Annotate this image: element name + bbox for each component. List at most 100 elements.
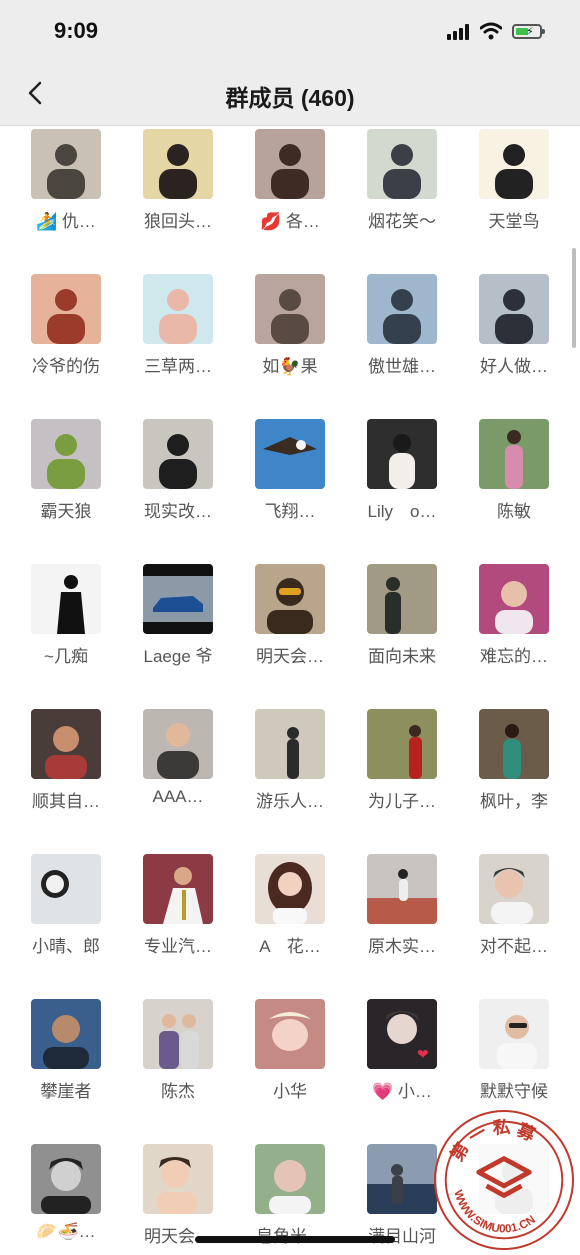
member-avatar[interactable] <box>479 129 549 199</box>
member-item[interactable]: 烟花笑～ <box>346 126 458 232</box>
scrollbar[interactable] <box>572 248 576 348</box>
member-item[interactable]: 💋 各… <box>234 126 346 232</box>
member-item[interactable]: 🥟🍜… <box>10 1141 122 1242</box>
member-avatar[interactable] <box>143 419 213 489</box>
member-item[interactable]: 为儿子… <box>346 706 458 812</box>
member-item[interactable]: 原木实… <box>346 851 458 957</box>
member-avatar[interactable] <box>367 274 437 344</box>
member-item[interactable]: 好人做… <box>458 271 570 377</box>
member-avatar[interactable] <box>255 1144 325 1214</box>
member-item[interactable]: 三草两… <box>122 271 234 377</box>
member-avatar[interactable] <box>367 709 437 779</box>
member-avatar[interactable] <box>31 564 101 634</box>
member-avatar[interactable] <box>479 274 549 344</box>
avatar-image <box>31 999 101 1069</box>
member-name: 狼回头… <box>144 212 212 231</box>
member-avatar[interactable] <box>367 129 437 199</box>
member-avatar[interactable] <box>479 709 549 779</box>
member-item[interactable]: 明天会… <box>122 1141 234 1247</box>
member-item[interactable]: 小华 <box>234 996 346 1102</box>
member-item[interactable]: 专业汽… <box>122 851 234 957</box>
member-avatar[interactable] <box>255 999 325 1069</box>
member-name: 顺其自… <box>32 792 100 811</box>
member-item[interactable]: 枫叶，李 <box>458 706 570 812</box>
member-name: 为儿子… <box>368 792 436 811</box>
avatar-image <box>143 274 213 344</box>
navigation-bar: 群成员 (460) <box>0 62 580 126</box>
member-avatar[interactable] <box>367 419 437 489</box>
home-indicator[interactable] <box>195 1236 395 1243</box>
member-avatar[interactable] <box>255 419 325 489</box>
member-name: 枫叶，李 <box>480 792 548 811</box>
member-avatar[interactable] <box>143 709 213 779</box>
member-avatar[interactable] <box>31 999 101 1069</box>
member-avatar[interactable] <box>143 564 213 634</box>
member-item[interactable]: 🏄 仇… <box>10 126 122 232</box>
member-item[interactable]: Laege 爷 <box>122 561 234 667</box>
member-avatar[interactable] <box>143 999 213 1069</box>
member-item[interactable]: 顺其自… <box>10 706 122 812</box>
member-avatar[interactable] <box>31 419 101 489</box>
member-avatar[interactable] <box>479 999 549 1069</box>
member-name: 明天会… <box>144 1227 212 1246</box>
member-name: 难忘的… <box>480 647 548 666</box>
member-item[interactable]: ❤ 💗 小… <box>346 996 458 1102</box>
member-name: 好人做… <box>480 357 548 376</box>
avatar-image <box>255 564 325 634</box>
member-item[interactable]: 皂角米… <box>234 1141 346 1247</box>
member-item[interactable]: 天堂鸟 <box>458 126 570 232</box>
member-avatar[interactable] <box>479 419 549 489</box>
avatar-image <box>255 1144 325 1214</box>
member-item[interactable]: 飞翔… <box>234 416 346 522</box>
member-avatar[interactable] <box>31 274 101 344</box>
member-avatar[interactable] <box>31 709 101 779</box>
member-avatar[interactable] <box>255 129 325 199</box>
member-item[interactable]: 霸天狼 <box>10 416 122 522</box>
avatar-image <box>143 1144 213 1214</box>
member-item[interactable]: 狼回头… <box>122 126 234 232</box>
member-avatar[interactable] <box>479 564 549 634</box>
member-item[interactable]: 小晴、郎 <box>10 851 122 957</box>
member-item[interactable]: 陈杰 <box>122 996 234 1102</box>
member-item[interactable]: 面向未来 <box>346 561 458 667</box>
member-avatar[interactable] <box>479 854 549 924</box>
member-item[interactable]: 陈敏 <box>458 416 570 522</box>
member-avatar[interactable] <box>367 1144 437 1214</box>
avatar-image <box>479 854 549 924</box>
member-avatar[interactable]: ❤ <box>367 999 437 1069</box>
member-avatar[interactable] <box>31 1144 101 1214</box>
member-avatar[interactable] <box>31 129 101 199</box>
member-item[interactable]: 游乐人… <box>234 706 346 812</box>
member-item[interactable]: ~几痴 <box>10 561 122 667</box>
member-avatar[interactable] <box>255 709 325 779</box>
svg-text:WWW.SIMU001.CN: WWW.SIMU001.CN <box>451 1189 538 1236</box>
avatar-image <box>367 274 437 344</box>
member-name: 游乐人… <box>256 792 324 811</box>
member-item[interactable]: 冷爷的伤 <box>10 271 122 377</box>
member-avatar[interactable] <box>143 1144 213 1214</box>
member-avatar[interactable] <box>31 854 101 924</box>
member-item[interactable]: 对不起… <box>458 851 570 957</box>
member-item[interactable]: 如🐓果 <box>234 271 346 377</box>
member-avatar[interactable] <box>255 564 325 634</box>
member-item[interactable]: 难忘的… <box>458 561 570 667</box>
member-item[interactable]: 傲世雄… <box>346 271 458 377</box>
member-avatar[interactable] <box>143 854 213 924</box>
member-avatar[interactable] <box>143 129 213 199</box>
page-title: 群成员 (460) <box>225 85 355 111</box>
member-name: 飞翔… <box>264 502 316 521</box>
member-name: 攀崖者 <box>40 1082 92 1101</box>
member-avatar[interactable] <box>367 854 437 924</box>
member-name: Laege 爷 <box>143 647 213 666</box>
member-item[interactable]: 攀崖者 <box>10 996 122 1102</box>
member-item[interactable]: AAA… <box>122 706 234 807</box>
member-item[interactable]: Lily o… <box>346 416 458 522</box>
member-avatar[interactable] <box>255 274 325 344</box>
member-avatar[interactable] <box>143 274 213 344</box>
member-item[interactable]: 现实改… <box>122 416 234 522</box>
member-avatar[interactable] <box>367 564 437 634</box>
member-item[interactable]: A 花… <box>234 851 346 957</box>
member-avatar[interactable] <box>255 854 325 924</box>
member-item[interactable]: 默默守候 <box>458 996 570 1102</box>
member-item[interactable]: 明天会… <box>234 561 346 667</box>
